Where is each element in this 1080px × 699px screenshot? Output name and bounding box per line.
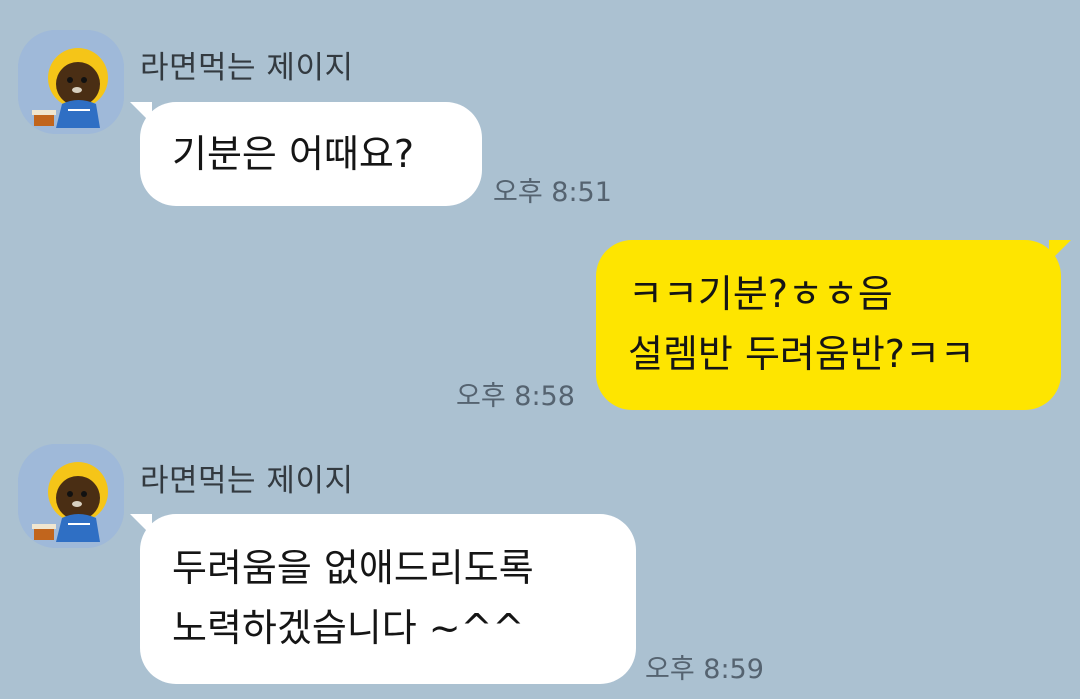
chat-room[interactable]: 라면먹는 제이지 기분은 어때요? 오후 8:51 ㅋㅋ기분?ㅎㅎ음 설렘반 두…	[0, 0, 1080, 699]
bubble-tail	[130, 514, 152, 536]
sender-name: 라면먹는 제이지	[140, 50, 354, 86]
message-bubble[interactable]: 두려움을 없애드리도록 노력하겠습니다 ~^^	[140, 514, 636, 684]
message-time: 오후 8:58	[456, 381, 575, 412]
sender-name: 라면먹는 제이지	[140, 463, 354, 499]
ryan-ramen-character-avatar-icon	[18, 30, 124, 134]
message-time: 오후 8:59	[645, 654, 764, 685]
message-text: 설렘반 두려움반?ㅋㅋ	[628, 332, 975, 376]
ryan-ramen-character-avatar-icon	[18, 444, 124, 548]
message-text: 기분은 어때요?	[172, 132, 415, 176]
message-bubble[interactable]: 기분은 어때요?	[140, 102, 482, 206]
message-text: 두려움을 없애드리도록	[172, 546, 534, 590]
profile-avatar[interactable]	[18, 444, 124, 548]
message-text: 노력하겠습니다 ~^^	[172, 606, 525, 650]
bubble-tail	[130, 102, 152, 124]
message-bubble[interactable]: ㅋㅋ기분?ㅎㅎ음 설렘반 두려움반?ㅋㅋ	[596, 240, 1061, 410]
profile-avatar[interactable]	[18, 30, 124, 134]
bubble-tail	[1049, 240, 1071, 262]
message-time: 오후 8:51	[493, 177, 612, 208]
message-text: ㅋㅋ기분?ㅎㅎ음	[628, 272, 893, 316]
